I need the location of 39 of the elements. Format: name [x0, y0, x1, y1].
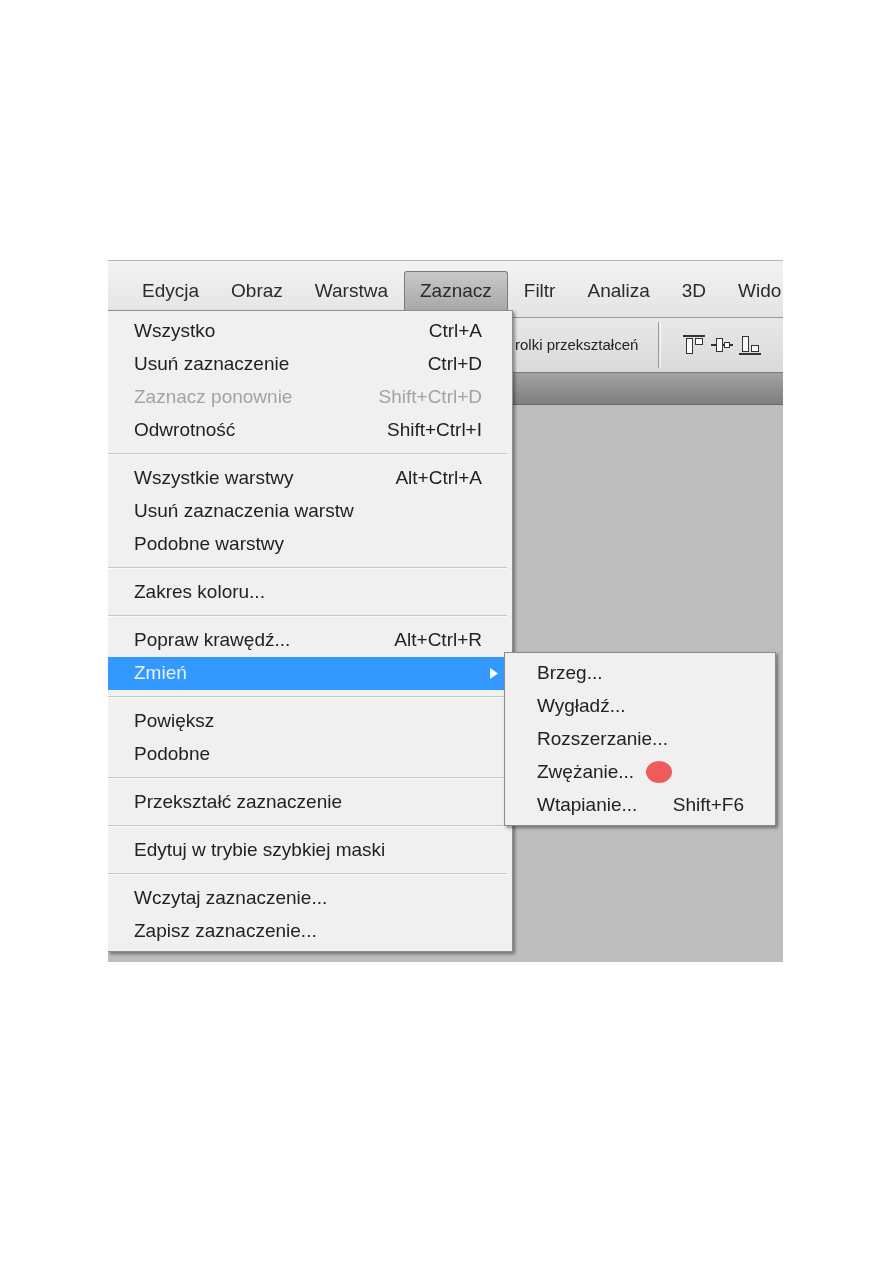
menu-item[interactable]: Wszystkie warstwy Alt+Ctrl+A: [108, 461, 505, 495]
shortcut-label: Shift+Ctrl+I: [386, 417, 482, 442]
shortcut-label: Alt+Ctrl+R: [394, 627, 482, 652]
align-middle-icon[interactable]: [711, 335, 734, 355]
submenu-item[interactable]: Wtapianie... Shift+F6: [505, 788, 775, 822]
menu-item[interactable]: Usuń zaznaczenia warstw: [108, 494, 505, 528]
submenu-item[interactable]: Zwężanie...: [505, 755, 775, 789]
shortcut-label: Shift+F6: [672, 792, 744, 817]
menu-item[interactable]: Zakres koloru...: [108, 575, 505, 609]
align-top-icon[interactable]: [683, 335, 706, 355]
menu-item[interactable]: Wczytaj zaznaczenie...: [108, 881, 505, 915]
menu-bar-item[interactable]: Filtr: [507, 271, 572, 310]
menu-item[interactable]: Usuń zaznaczenie Ctrl+D: [108, 347, 505, 381]
menu-bar-item[interactable]: Edycja: [126, 271, 216, 310]
align-bottom-icon[interactable]: [739, 335, 762, 355]
menu-bar-item[interactable]: Warstwa: [298, 271, 404, 310]
shortcut-label: Alt+Ctrl+A: [395, 465, 482, 490]
menu-item[interactable]: Powiększ: [108, 704, 505, 738]
menu-item[interactable]: Podobne: [108, 737, 505, 771]
menu-bar-item[interactable]: Zaznacz: [404, 271, 508, 310]
options-label: rolki przekształceń: [515, 334, 639, 355]
menu-bar-item[interactable]: Wido: [722, 271, 783, 310]
shortcut-label: Ctrl+D: [427, 351, 482, 376]
menu-item[interactable]: Podobne warstwy: [108, 527, 505, 561]
menu-item[interactable]: Przekształć zaznaczenie: [108, 785, 505, 819]
menu-item[interactable]: Wszystko Ctrl+A: [108, 314, 505, 348]
menu-item[interactable]: Odwrotność Shift+Ctrl+I: [108, 413, 505, 447]
menu-bar-item[interactable]: Analiza: [571, 271, 666, 310]
shortcut-label: Shift+Ctrl+D: [378, 384, 482, 409]
menu-item[interactable]: Zapisz zaznaczenie...: [108, 914, 505, 948]
submenu-arrow-icon: [490, 667, 498, 679]
menu-bar-item[interactable]: 3D: [665, 271, 723, 310]
submenu-item[interactable]: Wygładź...: [505, 689, 775, 723]
menu-item[interactable]: Popraw krawędź... Alt+Ctrl+R: [108, 623, 505, 657]
menu-bar-item[interactable]: Obraz: [215, 271, 299, 310]
submenu-item[interactable]: Rozszerzanie...: [505, 722, 775, 756]
submenu-item[interactable]: Brzeg...: [505, 656, 775, 690]
menu-item[interactable]: Edytuj w trybie szybkiej maski: [108, 833, 505, 867]
shortcut-label: Ctrl+A: [428, 318, 482, 343]
